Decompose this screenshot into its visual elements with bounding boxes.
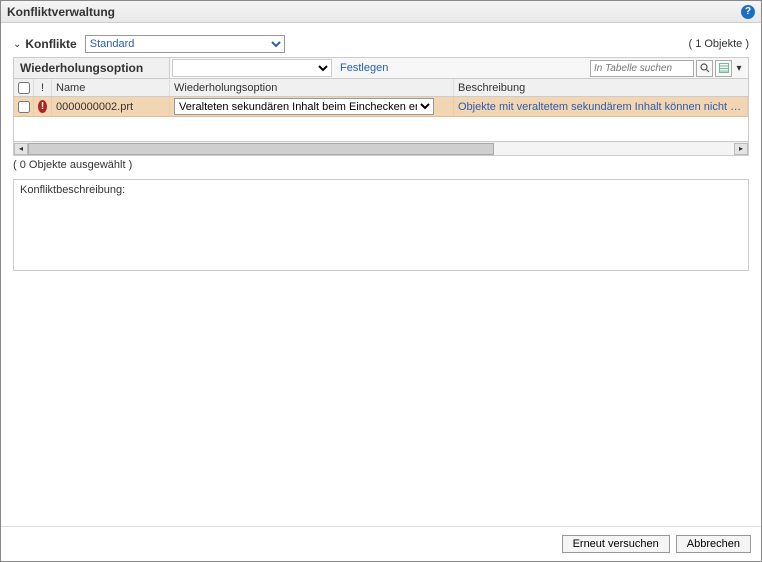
scroll-right-icon[interactable]: ▸ <box>734 143 748 155</box>
set-link[interactable]: Festlegen <box>332 62 388 74</box>
table-empty-area <box>14 117 748 141</box>
row-option-cell: Veralteten sekundären Inhalt beim Einche… <box>170 97 454 116</box>
section-header: ⌄ Konflikte Standard ( 1 Objekte ) <box>13 33 749 57</box>
section-title: Konflikte <box>25 37 76 51</box>
row-name: 0000000002.prt <box>52 97 170 116</box>
columns-icon[interactable] <box>715 60 732 77</box>
row-option-select[interactable]: Veralteten sekundären Inhalt beim Einche… <box>174 98 434 115</box>
scroll-left-icon[interactable]: ◂ <box>14 143 28 155</box>
header-status: ! <box>34 79 52 96</box>
object-count: ( 1 Objekte ) <box>688 38 749 50</box>
conflict-table: ! Name Wiederholungsoption Beschreibung … <box>13 79 749 156</box>
view-select[interactable]: Standard <box>85 35 285 53</box>
cancel-button[interactable]: Abbrechen <box>676 535 751 553</box>
chevron-down-icon[interactable]: ⌄ <box>13 39 21 50</box>
table-header-row: ! Name Wiederholungsoption Beschreibung <box>14 79 748 97</box>
header-name[interactable]: Name <box>52 79 170 96</box>
row-description[interactable]: Objekte mit veraltetem sekundärem Inhalt… <box>458 101 743 113</box>
search-input[interactable] <box>590 60 694 77</box>
table-row[interactable]: ! 0000000002.prt Veralteten sekundären I… <box>14 97 748 117</box>
row-checkbox[interactable] <box>18 101 30 113</box>
filter-select[interactable] <box>172 59 332 77</box>
error-icon: ! <box>38 100 47 113</box>
window-title: Konfliktverwaltung <box>7 5 115 19</box>
row-description-cell: Objekte mit veraltetem sekundärem Inhalt… <box>454 97 748 116</box>
filter-label: Wiederholungsoption <box>14 58 170 78</box>
description-panel-label: Konfliktbeschreibung: <box>20 184 125 196</box>
footer: Erneut versuchen Abbrechen <box>1 526 761 561</box>
select-all-checkbox[interactable] <box>18 82 30 94</box>
help-icon[interactable]: ? <box>741 5 755 19</box>
header-option[interactable]: Wiederholungsoption <box>170 79 454 96</box>
filter-row: Wiederholungsoption Festlegen <box>13 57 749 79</box>
selection-label: ( 0 Objekte ausgewählt ) <box>13 156 749 179</box>
titlebar: Konfliktverwaltung ? <box>1 1 761 23</box>
header-checkbox-cell <box>14 79 34 96</box>
search-box: ▾ <box>590 60 748 77</box>
scroll-track[interactable] <box>28 143 734 155</box>
content-area: ⌄ Konflikte Standard ( 1 Objekte ) Wiede… <box>1 23 761 526</box>
search-icon[interactable] <box>696 60 713 77</box>
description-panel: Konfliktbeschreibung: <box>13 179 749 271</box>
conflict-dialog: Konfliktverwaltung ? ⌄ Konflikte Standar… <box>0 0 762 562</box>
horizontal-scrollbar[interactable]: ◂ ▸ <box>14 141 748 155</box>
header-description[interactable]: Beschreibung <box>454 79 748 96</box>
row-status-cell: ! <box>34 97 52 116</box>
dropdown-arrow-icon[interactable]: ▾ <box>734 60 744 77</box>
retry-button[interactable]: Erneut versuchen <box>562 535 670 553</box>
scroll-thumb[interactable] <box>28 143 494 155</box>
row-checkbox-cell <box>14 97 34 116</box>
